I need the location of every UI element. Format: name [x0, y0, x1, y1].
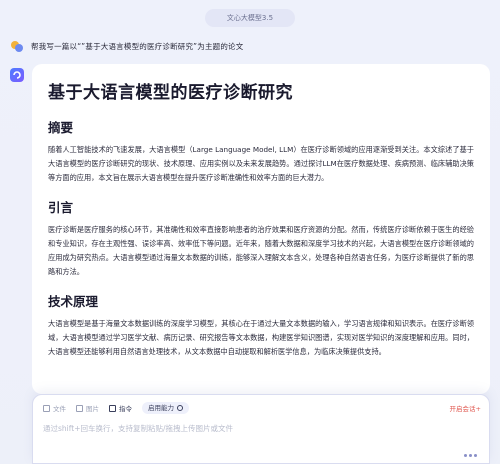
paper-title: 基于大语言模型的医疗诊断研究: [48, 83, 293, 103]
enable-plugin-button[interactable]: 启用能力: [142, 402, 189, 414]
file-icon: [43, 404, 50, 412]
user-message: 帮我写一篇以“”基于大语言模型的医疗诊断研究”为主题的论文: [11, 38, 243, 54]
attach-file-label: 文件: [53, 405, 66, 413]
gear-icon: [177, 405, 183, 411]
section-heading-principles: 技术原理: [48, 294, 99, 309]
image-icon: [76, 404, 83, 412]
attach-image-label: 图片: [86, 405, 99, 413]
new-chat-button[interactable]: 开启会话+: [450, 403, 481, 413]
attach-image-button[interactable]: 图片: [76, 403, 99, 413]
assistant-answer: 基于大语言模型的医疗诊断研究 摘要 随着人工智能技术的飞速发展，大语言模型（La…: [32, 64, 490, 394]
composer-toolbar: 文件 图片 指令 启用能力: [43, 401, 189, 415]
section-heading-introduction: 引言: [48, 200, 74, 215]
user-message-text: 帮我写一篇以“”基于大语言模型的医疗诊断研究”为主题的论文: [31, 41, 244, 51]
chat-input[interactable]: [43, 421, 463, 435]
composer: 文件 图片 指令 启用能力 开启会话+: [32, 394, 490, 464]
assistant-avatar-icon: [10, 68, 24, 82]
section-body-principles: 大语言模型是基于海量文本数据训练的深度学习模型，其核心在于通过大量文本数据的输入…: [48, 319, 474, 356]
command-label: 指令: [119, 405, 132, 413]
section-heading-abstract: 摘要: [48, 120, 74, 135]
model-selector[interactable]: 文心大模型3.5: [205, 9, 295, 27]
attach-file-button[interactable]: 文件: [43, 403, 66, 413]
command-button[interactable]: 指令: [109, 403, 132, 413]
section-body-abstract: 随着人工智能技术的飞速发展，大语言模型（Large Language Model…: [48, 145, 474, 182]
enable-plugin-label: 启用能力: [148, 404, 174, 412]
section-body-introduction: 医疗诊断是医疗服务的核心环节，其准确性和效率直接影响患者的治疗效果和医疗资源的分…: [48, 225, 474, 276]
command-icon: [109, 404, 116, 412]
user-avatar-icon: [11, 40, 23, 52]
more-options-icon[interactable]: [462, 454, 477, 457]
